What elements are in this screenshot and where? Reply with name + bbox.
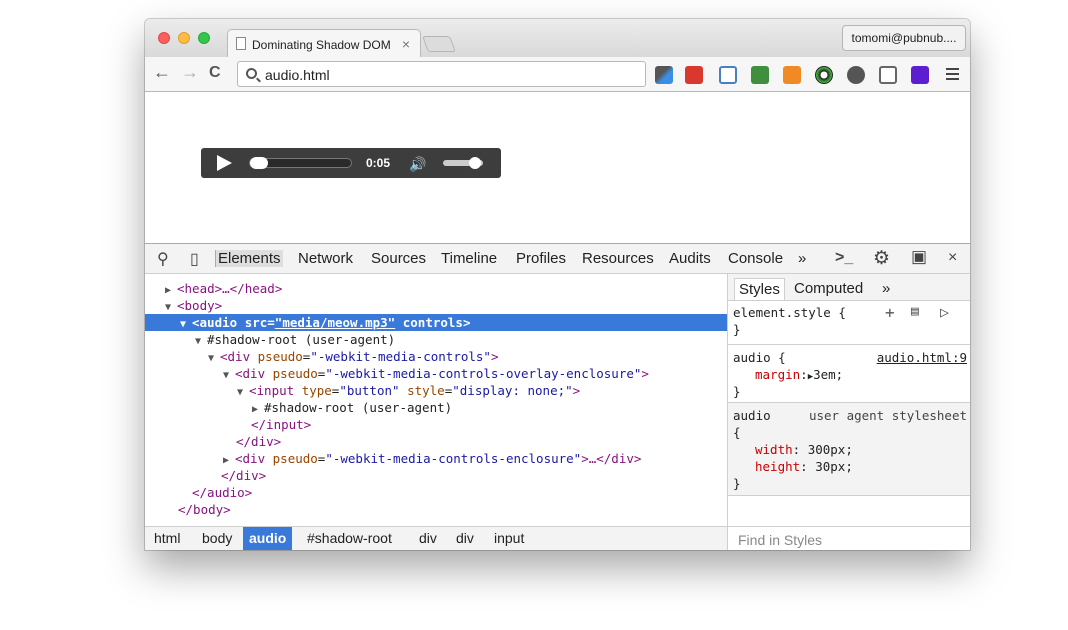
close-devtools-icon[interactable]: × xyxy=(948,249,957,267)
tab-computed[interactable]: Computed xyxy=(790,278,867,299)
ua-rule-declaration: height: 30px; xyxy=(755,459,853,474)
forward-arrow-icon[interactable]: → xyxy=(181,62,199,83)
add-rule-icon[interactable]: + xyxy=(885,303,895,322)
evernote-extension-icon[interactable] xyxy=(847,66,865,84)
element-style-section: element.style { } + ▤ ▷ xyxy=(728,301,970,345)
dom-node-body-close[interactable]: </body> xyxy=(145,501,727,518)
animations-icon[interactable]: ▷ xyxy=(940,303,949,321)
page-content: 0:05 🔊 xyxy=(145,92,970,243)
browser-window: Dominating Shadow DOM × tomomi@pubnub...… xyxy=(145,19,970,550)
screen-capture-extension-icon[interactable] xyxy=(719,66,737,84)
eyedropper-extension-icon[interactable] xyxy=(655,66,673,84)
dom-node-inner-shadow-root[interactable]: ▶ #shadow-root (user-agent) xyxy=(145,399,727,416)
zoom-window-button[interactable] xyxy=(198,32,210,44)
breadcrumb-div[interactable]: div xyxy=(450,527,480,550)
tab-sources[interactable]: Sources xyxy=(371,250,426,267)
inspect-search-icon[interactable]: ⚲ xyxy=(157,249,169,269)
tab-resources[interactable]: Resources xyxy=(582,250,654,267)
audio-rule-section: audio { audio.html:9 margin:▶3em; } xyxy=(728,345,970,403)
dom-node-div-enclosure[interactable]: ▶ <div pseudo="-webkit-media-controls-enc… xyxy=(145,450,727,467)
elements-tree: ▶ <head>…</head> ▼ <body> ▼ <audio src="med… xyxy=(145,274,727,526)
tab-styles[interactable]: Styles xyxy=(734,278,785,300)
tab-title: Dominating Shadow DOM xyxy=(252,38,391,52)
tab-elements[interactable]: Elements xyxy=(215,250,283,267)
ua-rule-open: { xyxy=(733,425,741,440)
tab-close-icon[interactable]: × xyxy=(402,36,410,52)
address-url: audio.html xyxy=(265,67,330,83)
profile-button[interactable]: tomomi@pubnub.... xyxy=(842,25,966,51)
devtools-panel: ⚲ ▯ Elements Network Sources Timeline Pr… xyxy=(145,243,970,550)
play-icon[interactable] xyxy=(217,155,232,171)
tab-timeline[interactable]: Timeline xyxy=(441,250,497,267)
breadcrumb-body[interactable]: body xyxy=(196,527,238,550)
more-tabs-icon[interactable]: » xyxy=(798,250,806,267)
cast-icon[interactable] xyxy=(879,66,897,84)
rule-selector: audio { xyxy=(733,350,786,365)
tab-profiles[interactable]: Profiles xyxy=(516,250,566,267)
devtools-toolbar: ⚲ ▯ Elements Network Sources Timeline Pr… xyxy=(145,244,970,274)
close-window-button[interactable] xyxy=(158,32,170,44)
rule-source-link[interactable]: audio.html:9 xyxy=(877,350,967,365)
document-icon xyxy=(236,37,246,50)
element-state-icon[interactable]: ▤ xyxy=(911,304,919,319)
chart-extension-icon[interactable] xyxy=(783,66,801,84)
ua-rule-declaration: width: 300px; xyxy=(755,442,853,457)
color-wheel-extension-icon[interactable] xyxy=(815,66,833,84)
title-bar: Dominating Shadow DOM × tomomi@pubnub...… xyxy=(145,19,970,57)
user-agent-rule-section: audio user agent stylesheet { width: 300… xyxy=(728,403,970,496)
dom-node-input-close[interactable]: </input> xyxy=(145,416,727,433)
breadcrumb-div[interactable]: div xyxy=(413,527,443,550)
speaker-icon[interactable]: 🔊 xyxy=(409,156,426,173)
tab-audits[interactable]: Audits xyxy=(669,250,711,267)
clipboard-extension-icon[interactable] xyxy=(751,66,769,84)
minimize-window-button[interactable] xyxy=(178,32,190,44)
m-extension-icon[interactable] xyxy=(911,66,929,84)
audio-player[interactable]: 0:05 🔊 xyxy=(201,148,501,178)
breadcrumb-html[interactable]: html xyxy=(148,527,186,550)
dock-side-icon[interactable]: ▣ xyxy=(911,247,927,267)
new-tab-button[interactable] xyxy=(422,36,456,52)
device-mode-icon[interactable]: ▯ xyxy=(190,249,199,269)
reload-icon[interactable]: C xyxy=(209,64,221,82)
rule-declaration[interactable]: margin:▶3em; xyxy=(755,367,843,382)
current-time: 0:05 xyxy=(366,156,391,170)
styles-sidebar: Styles Computed » element.style { } + ▤ … xyxy=(727,274,970,550)
browser-tab[interactable]: Dominating Shadow DOM × xyxy=(227,29,421,57)
ua-rule-close: } xyxy=(733,476,741,491)
dom-node-audio-close[interactable]: </audio> xyxy=(145,484,727,501)
breadcrumb-shadow-root[interactable]: #shadow-root xyxy=(301,527,398,550)
sidebar-tabs: Styles Computed » xyxy=(728,274,970,301)
dom-node-div-close[interactable]: </div> xyxy=(145,433,727,450)
tab-console[interactable]: Console xyxy=(728,250,783,267)
gear-icon[interactable]: ⚙ xyxy=(873,247,890,270)
tab-network[interactable]: Network xyxy=(298,250,353,267)
menu-icon[interactable] xyxy=(946,68,959,80)
console-drawer-icon[interactable]: >_ xyxy=(835,249,853,267)
dom-node-shadow-root[interactable]: ▼ #shadow-root (user-agent) xyxy=(145,331,727,348)
volume-handle[interactable] xyxy=(469,157,481,169)
find-in-styles-input[interactable]: Find in Styles xyxy=(728,526,970,550)
breadcrumb-input[interactable]: input xyxy=(488,527,530,550)
rule-close: } xyxy=(733,384,741,399)
ua-rule-source: user agent stylesheet xyxy=(808,408,967,423)
dom-node-input[interactable]: ▼ <input type="button" style="display: no… xyxy=(145,382,727,399)
breadcrumb-audio[interactable]: audio xyxy=(243,527,293,550)
book-extension-icon[interactable] xyxy=(685,66,703,84)
dom-node-div-close[interactable]: </div> xyxy=(145,467,727,484)
dom-node-head[interactable]: ▶ <head>…</head> xyxy=(145,280,727,297)
breadcrumb: html body audio #shadow-root div div inp… xyxy=(145,526,727,550)
dom-node-audio-selected[interactable]: ▼ <audio src="media/meow.mp3" controls> xyxy=(145,314,727,332)
search-icon xyxy=(246,68,257,79)
seek-handle[interactable] xyxy=(250,157,268,169)
address-bar[interactable]: audio.html xyxy=(237,61,646,87)
dom-node-div-media-controls[interactable]: ▼ <div pseudo="-webkit-media-controls"> xyxy=(145,348,727,365)
back-arrow-icon[interactable]: ← xyxy=(153,62,171,83)
dom-node-div-overlay-enclosure[interactable]: ▼ <div pseudo="-webkit-media-controls-ove… xyxy=(145,365,727,382)
element-style-close: } xyxy=(733,322,741,337)
more-sidebar-tabs-icon[interactable]: » xyxy=(878,278,894,299)
element-style-selector: element.style { xyxy=(733,305,846,320)
browser-toolbar: ← → C audio.html xyxy=(145,57,970,92)
ua-rule-selector: audio xyxy=(733,408,771,423)
dom-node-body[interactable]: ▼ <body> xyxy=(145,297,727,314)
